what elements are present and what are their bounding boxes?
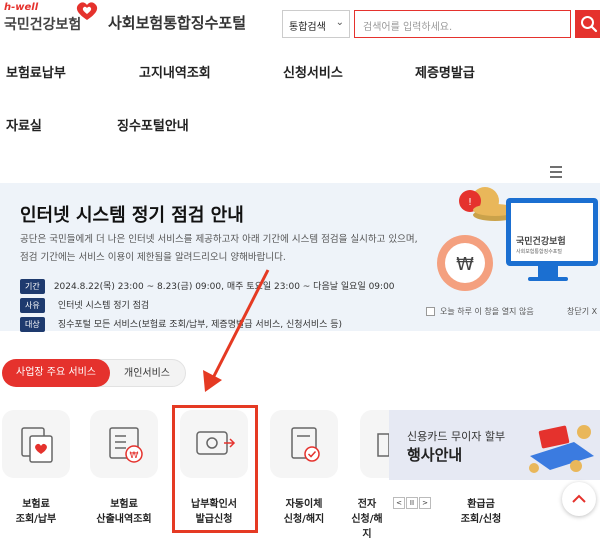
service-label-line2: 산출내역조회 <box>96 514 152 525</box>
search-button[interactable] <box>575 10 600 38</box>
nav-item-guide[interactable]: 징수포털안내 <box>117 115 189 134</box>
document-icon <box>377 433 390 457</box>
service-label-line2: 조회/납부 <box>15 514 57 525</box>
service-label-premium-calc[interactable]: 보험료 산출내역조회 <box>79 497 169 527</box>
card-phone-illustration <box>529 425 594 473</box>
service-label-line1: 자동이체 <box>285 499 323 510</box>
pager-prev-button[interactable]: < <box>393 497 405 509</box>
pager-pause-button[interactable]: II <box>406 497 418 509</box>
banner-close-button[interactable]: 창닫기 X <box>567 306 597 317</box>
document-check-icon <box>291 427 320 462</box>
search-icon <box>581 16 598 33</box>
no-show-today-label[interactable]: 오늘 하루 이 창을 열지 않음 <box>440 306 534 317</box>
ad-line2: 행사안내 <box>407 446 463 464</box>
service-label-line2: 신청/해지 <box>351 514 383 540</box>
service-label-line1: 보험료 <box>110 499 138 510</box>
ad-line1: 신용카드 무이자 할부 <box>407 430 506 443</box>
nav-item-certificate[interactable]: 제증명발급 <box>415 62 475 81</box>
service-label-electronic[interactable]: 전자 신청/해지 <box>350 497 384 542</box>
svg-text:₩: ₩ <box>456 254 474 275</box>
service-label-refund[interactable]: 환급금 조회/신청 <box>436 497 526 527</box>
nav-item-notice[interactable]: 고지내역조회 <box>139 62 211 81</box>
tag-period: 기간 <box>20 279 45 294</box>
heart-document-icon <box>21 427 53 463</box>
service-label-line2: 신청/해지 <box>283 514 325 525</box>
tab-business-services[interactable]: 사업장 주요 서비스 <box>2 359 110 387</box>
heart-logo-icon <box>76 2 98 21</box>
monitor-sub-text: 사회보험통합징수포털 <box>516 249 563 255</box>
service-premium-calc[interactable]: ₩ <box>90 410 158 478</box>
service-label-line1: 환급금 <box>467 499 495 510</box>
banner-desc-line1: 공단은 국민들에게 더 나은 인터넷 서비스를 제공하고자 아래 기간에 시스템… <box>20 234 418 245</box>
banner-row-reason: 사유 인터넷 시스템 정기 점검 <box>20 293 149 313</box>
hamburger-icon <box>550 166 562 178</box>
banner-row-period: 기간 2024.8.22(목) 23:00 ~ 8.23(금) 09:00, 매… <box>20 274 395 294</box>
nav-item-resources[interactable]: 자료실 <box>6 115 42 134</box>
reason-value: 인터넷 시스템 정기 점검 <box>57 301 150 311</box>
service-label-auto-transfer[interactable]: 자동이체 신청/해지 <box>259 497 349 527</box>
service-premium-payment[interactable] <box>2 410 70 478</box>
banner-desc-line2: 점검 기간에는 서비스 이용이 제한됨을 알려드리오니 양해바랍니다. <box>20 252 286 263</box>
banner-title: 인터넷 시스템 정기 점검 안내 <box>20 205 244 226</box>
service-label-premium-payment[interactable]: 보험료 조회/납부 <box>0 497 81 527</box>
monitor-logo-text: 국민건강보험 <box>516 237 566 247</box>
banner-row-target: 대상 징수포털 모든 서비스(보험료 조회/납부, 제증명발급 서비스, 신청서… <box>20 312 342 332</box>
won-list-icon: ₩ <box>109 427 143 463</box>
logo-hwell-text[interactable]: h-well <box>4 2 38 13</box>
no-show-today-checkbox[interactable] <box>426 307 435 316</box>
service-label-line2: 조회/신청 <box>460 514 502 525</box>
tag-reason: 사유 <box>20 298 45 313</box>
target-value: 징수포털 모든 서비스(보험료 조회/납부, 제증명발급 서비스, 신청서비스 … <box>57 320 343 330</box>
logo-name[interactable]: 국민건강보험 <box>4 14 81 34</box>
tag-target: 대상 <box>20 317 45 332</box>
menu-button[interactable] <box>536 158 576 186</box>
period-value: 2024.8.22(목) 23:00 ~ 8.23(금) 09:00, 매주 토… <box>53 282 395 292</box>
search-scope-select[interactable]: 통합검색 ⌄ <box>282 10 350 38</box>
portal-title[interactable]: 사회보험통합징수포털 <box>108 12 246 33</box>
scroll-top-button[interactable] <box>562 482 596 516</box>
service-label-line1: 전자 <box>357 499 377 510</box>
nav-item-application[interactable]: 신청서비스 <box>283 62 343 81</box>
pager-next-button[interactable]: > <box>419 497 431 509</box>
chevron-up-icon <box>572 494 586 503</box>
svg-text:₩: ₩ <box>130 451 139 461</box>
svg-text:!: ! <box>468 197 472 208</box>
maintenance-illustration: ! ₩ <box>437 187 598 291</box>
annotation-highlight-box <box>172 405 258 533</box>
chevron-down-icon: ⌄ <box>335 17 344 28</box>
service-auto-transfer[interactable] <box>270 410 338 478</box>
search-scope-value: 통합검색 <box>289 22 326 33</box>
service-electronic[interactable] <box>360 410 390 478</box>
search-input[interactable]: 검색어를 입력하세요. <box>354 10 571 38</box>
service-label-line1: 보험료 <box>22 499 50 510</box>
nav-item-payment[interactable]: 보험료납부 <box>6 62 66 81</box>
